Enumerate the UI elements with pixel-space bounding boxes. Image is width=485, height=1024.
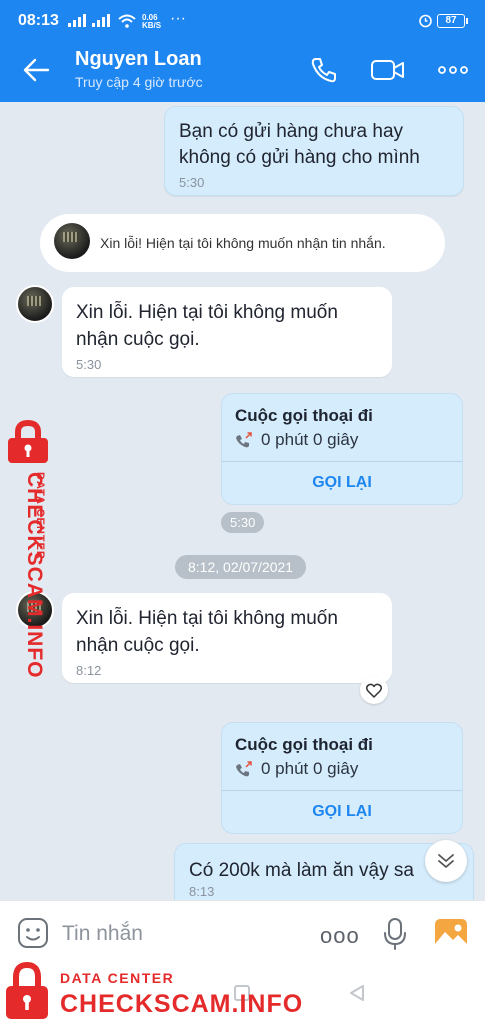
watermark-small-text: DATA CENTER [60, 970, 175, 986]
call-duration: 0 phút 0 giây [235, 430, 358, 450]
avatar [54, 223, 90, 259]
signal-icon-2 [92, 13, 110, 27]
battery-indicator: 87 [437, 14, 468, 28]
wifi-icon [118, 14, 136, 28]
missed-call-icon [236, 761, 252, 777]
call-duration: 0 phút 0 giây [235, 759, 358, 779]
signal-icon [68, 13, 86, 27]
back-nav-icon[interactable] [349, 984, 365, 1002]
avatar[interactable] [16, 285, 54, 323]
system-message: Xin lỗi! Hiện tại tôi không muốn nhận ti… [40, 214, 445, 272]
divider [222, 461, 462, 462]
watermark-big-text: CHECKSCAM.INFO [23, 472, 46, 679]
call-back-button[interactable]: GỌI LẠI [222, 474, 462, 492]
phone-icon[interactable] [310, 56, 338, 84]
contact-status: Truy cập 4 giờ trước [75, 74, 203, 90]
timestamp-badge: 5:30 [221, 512, 265, 533]
call-title: Cuộc gọi thoại đi [235, 406, 373, 425]
message-time: 5:30 [76, 357, 102, 372]
message-time: 8:13 [189, 884, 215, 899]
incoming-message[interactable]: Xin lỗi. Hiện tại tôi không muốn nhận cu… [62, 287, 392, 377]
net-speed: 0.06 KB/S [142, 13, 162, 30]
message-text: Có 200k mà làm ăn vậy sa [189, 860, 414, 881]
lock-icon [6, 962, 48, 1019]
watermark-side: DATA CENTER CHECKSCAM.INFO [0, 420, 56, 679]
outgoing-message[interactable]: Bạn có gửi hàng chưa hay không có gửi hà… [164, 106, 464, 196]
status-more: ··· [170, 10, 186, 27]
call-card[interactable]: Cuộc gọi thoại đi 0 phút 0 giây GỌI LẠI [221, 393, 463, 505]
emoji-icon[interactable] [17, 917, 49, 949]
chat-header: Nguyen Loan Truy cập 4 giờ trước [0, 40, 485, 102]
message-time: 5:30 [179, 175, 205, 190]
message-text: Bạn có gửi hàng chưa hay không có gửi hà… [179, 121, 420, 168]
video-camera-icon[interactable] [370, 58, 406, 82]
message-input[interactable]: Tin nhắn [62, 922, 143, 946]
message-text: Xin lỗi. Hiện tại tôi không muốn nhận cu… [76, 302, 338, 350]
call-card[interactable]: Cuộc gọi thoại đi 0 phút 0 giây GỌI LẠI [221, 722, 463, 834]
message-text: Xin lỗi. Hiện tại tôi không muốn nhận cu… [76, 608, 338, 656]
image-icon[interactable] [434, 918, 468, 950]
call-title: Cuộc gọi thoại đi [235, 735, 373, 754]
divider [222, 790, 462, 791]
status-bar: 08:13 0.06 KB/S ··· 87 [0, 0, 485, 40]
chat-area[interactable]: Bạn có gửi hàng chưa hay không có gửi hà… [0, 102, 485, 900]
watermark-big-text: CHECKSCAM.INFO [60, 990, 304, 1018]
more-icon[interactable] [438, 66, 468, 74]
scroll-down-button[interactable] [425, 840, 467, 882]
incoming-message[interactable]: Xin lỗi. Hiện tại tôi không muốn nhận cu… [62, 593, 392, 683]
call-back-button[interactable]: GỌI LẠI [222, 803, 462, 821]
scroll-down-icon [438, 854, 454, 868]
missed-call-icon [236, 432, 252, 448]
contact-name[interactable]: Nguyen Loan [75, 48, 202, 71]
system-message-text: Xin lỗi! Hiện tại tôi không muốn nhận ti… [100, 235, 386, 251]
message-time: 8:12 [76, 663, 102, 678]
back-arrow-icon[interactable] [22, 57, 50, 83]
message-input-bar: Tin nhắn ooo [0, 900, 485, 966]
more-options-icon[interactable]: ooo [320, 923, 360, 949]
lock-icon [8, 420, 48, 463]
clock: 08:13 [18, 12, 59, 29]
microphone-icon[interactable] [383, 917, 407, 951]
heart-icon[interactable] [360, 676, 388, 704]
date-separator: 8:12, 02/07/2021 [175, 555, 307, 579]
alarm-icon [419, 14, 432, 28]
